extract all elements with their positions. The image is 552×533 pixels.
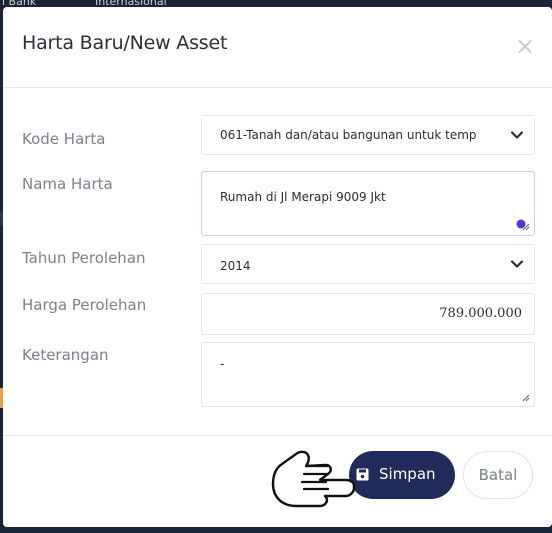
resize-handle-icon[interactable] xyxy=(520,221,530,231)
close-icon[interactable]: × xyxy=(513,34,537,58)
tahun-perolehan-select[interactable]: 2014 xyxy=(201,244,535,284)
kode-harta-label: Kode Harta xyxy=(22,130,106,148)
keterangan-value: - xyxy=(220,357,225,371)
pointing-hand-icon xyxy=(271,450,356,508)
harga-perolehan-input[interactable]: 789.000.000 xyxy=(201,293,535,335)
dialog-title: Harta Baru/New Asset xyxy=(22,32,228,54)
nama-harta-value: Rumah di Jl Merapi 9009 Jkt xyxy=(220,190,386,204)
tahun-perolehan-value: 2014 xyxy=(220,259,251,273)
cancel-button[interactable]: Batal xyxy=(463,451,533,499)
dialog-header: Harta Baru/New Asset × xyxy=(3,7,552,88)
kode-harta-select[interactable]: 061-Tanah dan/atau bangunan untuk temp xyxy=(201,115,535,155)
save-button[interactable]: Simpan xyxy=(349,451,455,499)
nama-harta-textarea[interactable]: Rumah di Jl Merapi 9009 Jkt xyxy=(201,171,535,236)
nama-harta-label: Nama Harta xyxy=(22,175,113,193)
keterangan-label: Keterangan xyxy=(22,346,109,364)
chevron-down-icon xyxy=(510,260,524,268)
harga-perolehan-label: Harga Perolehan xyxy=(22,296,147,314)
chevron-down-icon xyxy=(510,131,524,139)
save-button-label: Simpan xyxy=(379,465,436,483)
resize-handle-icon[interactable] xyxy=(520,392,530,402)
keterangan-textarea[interactable]: - xyxy=(201,342,535,407)
kode-harta-value: 061-Tanah dan/atau bangunan untuk temp xyxy=(220,128,477,142)
harga-perolehan-value: 789.000.000 xyxy=(439,306,522,321)
tahun-perolehan-label: Tahun Perolehan xyxy=(22,249,146,267)
